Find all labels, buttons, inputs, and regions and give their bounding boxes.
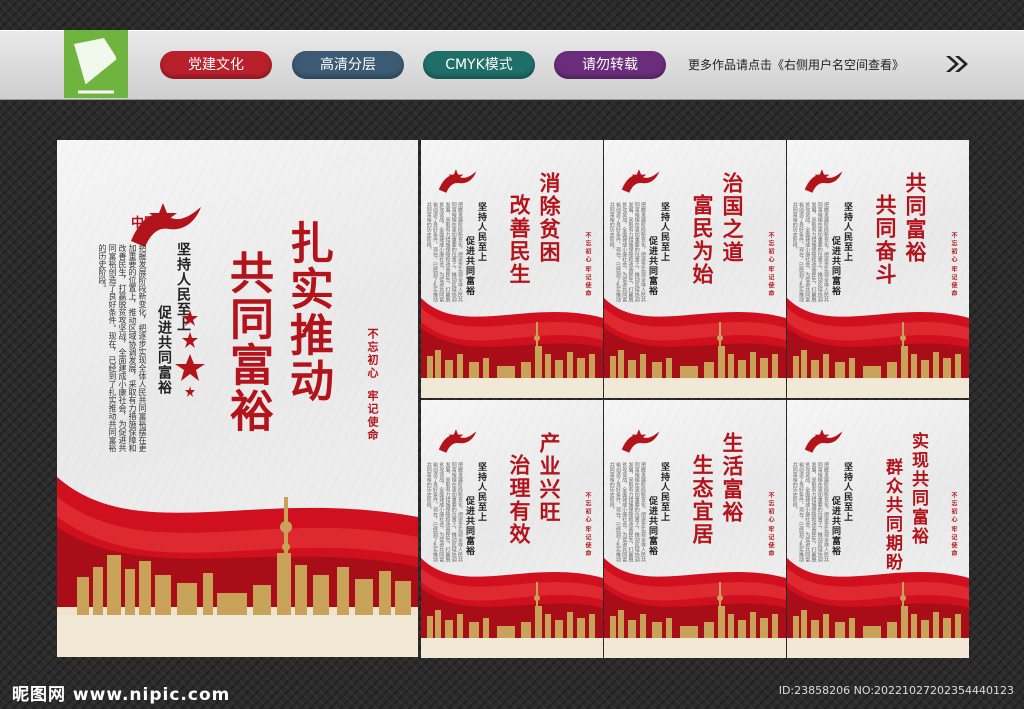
small-slogan-1: 坚持人民至上 [659,462,669,522]
small-body-text: 把握发展阶段新变化，把逐步实现全体人民共同富裕摆在更加重要的位置上，推动区域协调… [608,462,646,562]
small-slogan-2: 促进共同富裕 [647,496,657,556]
tag-cmyk[interactable]: CMYK模式 [423,51,535,79]
small-seal-1: 不忘初心 [584,232,591,264]
small-seal-1: 不忘初心 [767,492,774,524]
main-title-col1: 扎实推动 [282,220,333,404]
main-seal-1: 不忘初心 [366,328,379,380]
small-title-col1: 治国之道 [720,172,745,264]
small-slogan-1: 坚持人民至上 [842,462,852,522]
site-logo[interactable] [64,30,128,98]
logo-text: 中国梦 [131,215,171,231]
red-ribbon-wave [421,558,603,658]
small-poster: 把握发展阶段新变化，把逐步实现全体人民共同富裕摆在更加重要的位置上，推动区域协调… [787,140,969,398]
small-seal-1: 不忘初心 [950,232,957,264]
china-dream-logo [804,429,843,453]
small-title-col2: 治理有效 [507,454,532,546]
small-body-text: 把握发展阶段新变化，把逐步实现全体人民共同富裕摆在更加重要的位置上，推动区域协调… [791,202,829,302]
small-slogan-2: 促进共同富裕 [830,496,840,556]
small-slogan-1: 坚持人民至上 [842,202,852,262]
main-poster: 中国梦 把握发展阶段新变化，把逐步实现全体人民共同富裕摆在更加重要的位置上，推动… [57,140,418,657]
red-ribbon-wave [57,477,418,657]
small-slogan-2: 促进共同富裕 [464,496,474,556]
red-ribbon-wave [604,558,786,658]
small-body-text: 把握发展阶段新变化，把逐步实现全体人民共同富裕摆在更加重要的位置上，推动区域协调… [425,462,463,562]
tag-no-repost[interactable]: 请勿转载 [554,51,666,79]
small-seal-1: 不忘初心 [584,492,591,524]
small-poster: 把握发展阶段新变化，把逐步实现全体人民共同富裕摆在更加重要的位置上，推动区域协调… [421,400,603,658]
small-poster: 把握发展阶段新变化，把逐步实现全体人民共同富裕摆在更加重要的位置上，推动区域协调… [604,140,786,398]
small-title-col2: 共同奋斗 [873,194,898,286]
small-seal-1: 不忘初心 [950,492,957,524]
main-title-col2: 共同富裕 [222,250,273,434]
small-seal-1: 不忘初心 [767,232,774,264]
main-seal-2: 牢记使命 [366,390,379,442]
small-title-col1: 消除贫困 [537,172,562,264]
small-slogan-2: 促进共同富裕 [647,236,657,296]
small-body-text: 把握发展阶段新变化，把逐步实现全体人民共同富裕摆在更加重要的位置上，推动区域协调… [608,202,646,302]
main-body-text: 把握发展阶段新变化，把逐步实现全体人民共同富裕摆在更加重要的位置上，推动区域协调… [98,244,147,452]
red-ribbon-wave [787,298,969,398]
red-ribbon-wave [604,298,786,398]
small-poster: 把握发展阶段新变化，把逐步实现全体人民共同富裕摆在更加重要的位置上，推动区域协调… [787,400,969,658]
china-dream-logo [621,429,660,453]
small-title-col1: 生活富裕 [720,432,745,524]
small-title-col1: 共同富裕 [903,172,928,264]
small-title-col2: 富民为始 [690,194,715,286]
small-body-text: 把握发展阶段新变化，把逐步实现全体人民共同富裕摆在更加重要的位置上，推动区域协调… [425,202,463,302]
tag-party-culture[interactable]: 党建文化 [160,51,272,79]
red-ribbon-wave [421,298,603,398]
china-dream-logo [804,169,843,193]
small-poster: 把握发展阶段新变化，把逐步实现全体人民共同富裕摆在更加重要的位置上，推动区域协调… [604,400,786,658]
small-poster: 把握发展阶段新变化，把逐步实现全体人民共同富裕摆在更加重要的位置上，推动区域协调… [421,140,603,398]
footer-site[interactable]: 昵图网 www.nipic.com [12,680,230,705]
small-title-col2: 改善民生 [507,194,532,286]
china-dream-logo [438,169,477,193]
small-title-col2: 生态宜居 [690,454,715,546]
small-slogan-2: 促进共同富裕 [464,236,474,296]
red-ribbon-wave [787,558,969,658]
china-dream-logo [621,169,660,193]
small-body-text: 把握发展阶段新变化，把逐步实现全体人民共同富裕摆在更加重要的位置上，推动区域协调… [791,462,829,562]
tag-hd-layers[interactable]: 高清分层 [292,51,404,79]
small-title-col1: 实现共同富裕 [908,432,928,546]
small-slogan-2: 促进共同富裕 [830,236,840,296]
banner-note[interactable]: 更多作品请点击《右侧用户名空间查看》 [688,56,904,73]
small-slogan-1: 坚持人民至上 [476,462,486,522]
china-dream-logo [438,429,477,453]
double-arrow-icon[interactable] [944,54,970,74]
stars-ornament [175,310,205,397]
small-slogan-1: 坚持人民至上 [659,202,669,262]
small-title-col1: 产业兴旺 [537,432,562,524]
small-slogan-1: 坚持人民至上 [476,202,486,262]
main-slogan-2: 促进共同富裕 [156,305,172,395]
footer-id: ID:23858206 NO:20221027202354440123 [778,684,1014,697]
